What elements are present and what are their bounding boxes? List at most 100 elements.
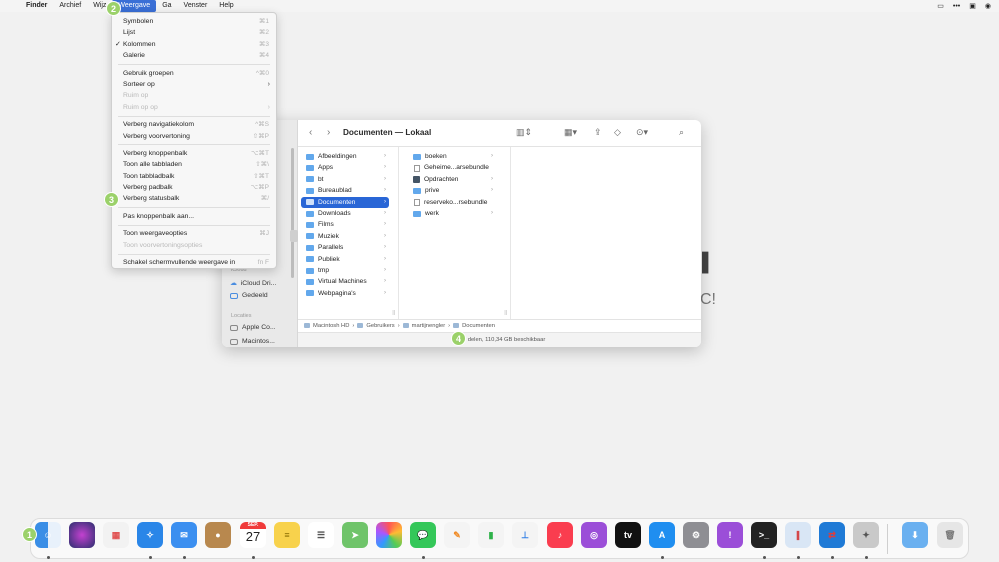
menu-item-hide-path-bar[interactable]: Verberg padbalk ⌥⌘P: [112, 182, 276, 193]
view-columns-icon[interactable]: ▥⇕: [516, 127, 532, 138]
photos-icon[interactable]: [376, 522, 402, 548]
pages-icon[interactable]: ✎: [444, 522, 470, 548]
folder-label: Parallels: [318, 244, 344, 252]
folder-row[interactable]: tmp ›: [301, 265, 389, 276]
terminal-icon[interactable]: >_: [751, 522, 777, 548]
menu-separator: [118, 224, 270, 226]
calendar-icon[interactable]: SEP. 27: [240, 522, 266, 548]
folder-row[interactable]: Bureaublad ›: [301, 185, 389, 196]
numbers-icon[interactable]: ▮: [478, 522, 504, 548]
launchpad-icon[interactable]: ▦: [103, 522, 129, 548]
path-item[interactable]: Macintosh HD: [313, 323, 349, 329]
menu-item-show-tab-bar[interactable]: Toon tabbladbalk ⇧⌘T: [112, 171, 276, 182]
menu-item-show-view-options[interactable]: Toon weergaveopties ⌘J: [112, 228, 276, 239]
path-item[interactable]: Documenten: [462, 323, 495, 329]
search-icon[interactable]: ⌕: [679, 127, 684, 138]
contacts-icon[interactable]: ●: [205, 522, 231, 548]
back-icon[interactable]: ‹: [309, 127, 312, 138]
menu-archief[interactable]: Archief: [53, 0, 87, 12]
podcasts-icon[interactable]: ◎: [581, 522, 607, 548]
sidebar-scrollbar[interactable]: [291, 148, 294, 278]
menu-item-label: Toon tabbladbalk: [123, 172, 175, 180]
menu-item-hide-toolbar[interactable]: Verberg knoppenbalk ⌥⌘T: [112, 148, 276, 159]
menu-finder[interactable]: Finder: [20, 0, 53, 12]
menu-item-use-groups[interactable]: Gebruik groepen ^⌘0: [112, 68, 276, 79]
parallels-icon[interactable]: ∥: [785, 522, 811, 548]
menu-item-view-columns[interactable]: ✓ Kolommen ⌘3: [112, 39, 276, 50]
checkmark-icon: ✓: [115, 40, 121, 48]
sidebar-item-icloud-drive[interactable]: ☁ iCloud Dri...: [230, 279, 276, 288]
menu-item-show-all-tabs[interactable]: Toon alle tabbladen ⇧⌘\: [112, 159, 276, 170]
menu-venster[interactable]: Venster: [178, 0, 214, 12]
action-menu-icon[interactable]: ⊙▾: [636, 127, 648, 138]
menu-item-customize-toolbar[interactable]: Pas knoppenbalk aan...: [112, 211, 276, 222]
file-row[interactable]: Geheime...arsebundle: [408, 162, 496, 173]
path-item[interactable]: martijnengler: [412, 323, 446, 329]
safari-icon[interactable]: ✧: [137, 522, 163, 548]
folder-row[interactable]: bt ›: [301, 174, 389, 185]
more-icon[interactable]: •••: [953, 3, 960, 10]
siri-icon[interactable]: [69, 522, 95, 548]
folder-row[interactable]: Afbeeldingen ›: [301, 151, 389, 162]
finder-icon[interactable]: ☺: [35, 522, 61, 548]
menu-item-label: Verberg voorvertoning: [123, 132, 190, 140]
maps-icon[interactable]: ➤: [342, 522, 368, 548]
music-icon[interactable]: ♪: [547, 522, 573, 548]
menu-item-view-list[interactable]: Lijst ⌘2: [112, 27, 276, 38]
remote-desktop-icon[interactable]: ⇄: [819, 522, 845, 548]
folder-row[interactable]: boeken ›: [408, 151, 496, 162]
folder-row[interactable]: Apps ›: [301, 162, 389, 173]
trash-icon[interactable]: 🗑: [937, 522, 963, 548]
menu-item-enter-full-screen[interactable]: Schakel schermvullende weergave in fn F: [112, 257, 276, 268]
menu-help[interactable]: Help: [213, 0, 239, 12]
folder-row[interactable]: Downloads ›: [301, 208, 389, 219]
apple-tv-icon[interactable]: tv: [615, 522, 641, 548]
folder-label: Muziek: [318, 232, 339, 240]
menu-item-hide-preview[interactable]: Verberg voorvertoning ⇧⌘P: [112, 131, 276, 142]
menu-ga[interactable]: Ga: [156, 0, 177, 12]
keynote-icon[interactable]: ⊥: [512, 522, 538, 548]
menu-item-shortcut: ⇧⌘\: [255, 161, 269, 169]
menu-item-sort-by[interactable]: Sorteer op ›: [112, 79, 276, 90]
siri-icon[interactable]: ◉: [985, 2, 991, 10]
mail-icon[interactable]: ✉: [171, 522, 197, 548]
folder-row[interactable]: Publiek ›: [301, 254, 389, 265]
sidebar-item-apple-computer[interactable]: Apple Co...: [230, 324, 276, 331]
folder-row[interactable]: Webpagina's ›: [301, 288, 389, 299]
group-icon[interactable]: ▦▾: [564, 127, 577, 138]
folder-row[interactable]: werk ›: [408, 208, 496, 219]
folder-row[interactable]: prive ›: [408, 185, 496, 196]
messages-icon[interactable]: 💬: [410, 522, 436, 548]
file-row[interactable]: Opdrachten ›: [408, 174, 496, 185]
column-resize-handle[interactable]: ||: [504, 310, 507, 316]
system-settings-icon[interactable]: ⚙: [683, 522, 709, 548]
control-center-icon[interactable]: ▣: [969, 2, 976, 10]
sidebar-item-macintosh-hd[interactable]: Macintos...: [230, 338, 275, 345]
menu-item-view-gallery[interactable]: Galerie ⌘4: [112, 50, 276, 61]
menu-item-hide-sidebar[interactable]: Verberg navigatiekolom ^⌘S: [112, 119, 276, 130]
sidebar-item-shared[interactable]: Gedeeld: [230, 292, 268, 299]
app-store-icon[interactable]: A: [649, 522, 675, 548]
folder-row[interactable]: Films ›: [301, 219, 389, 230]
tag-icon[interactable]: ◇: [614, 127, 621, 138]
share-icon[interactable]: ⇪: [594, 127, 602, 138]
path-item[interactable]: Gebruikers: [366, 323, 394, 329]
menu-item-view-icons[interactable]: Symbolen ⌘1: [112, 16, 276, 27]
folder-row[interactable]: Parallels ›: [301, 242, 389, 253]
feedback-icon[interactable]: !: [717, 522, 743, 548]
file-row[interactable]: reserveko...rsebundle: [408, 197, 496, 208]
column-resize-handle[interactable]: ||: [392, 310, 395, 316]
facetime-icon[interactable]: ▭: [937, 2, 944, 10]
folder-label: Publiek: [318, 255, 340, 263]
folder-row[interactable]: Muziek ›: [301, 231, 389, 242]
status-bar: delen, 110,34 GB beschikbaar: [298, 332, 701, 347]
automator-icon[interactable]: ✦: [853, 522, 879, 548]
forward-icon[interactable]: ›: [327, 127, 330, 138]
menu-item-hide-status-bar[interactable]: Verberg statusbalk ⌘/: [112, 193, 276, 204]
reminders-icon[interactable]: ☰: [308, 522, 334, 548]
notes-icon[interactable]: ≡: [274, 522, 300, 548]
menu-item-label: Gebruik groepen: [123, 69, 174, 77]
downloads-folder-icon[interactable]: ⬇: [902, 522, 928, 548]
folder-row[interactable]: Documenten ›: [301, 196, 389, 208]
folder-row[interactable]: Virtual Machines ›: [301, 276, 389, 287]
